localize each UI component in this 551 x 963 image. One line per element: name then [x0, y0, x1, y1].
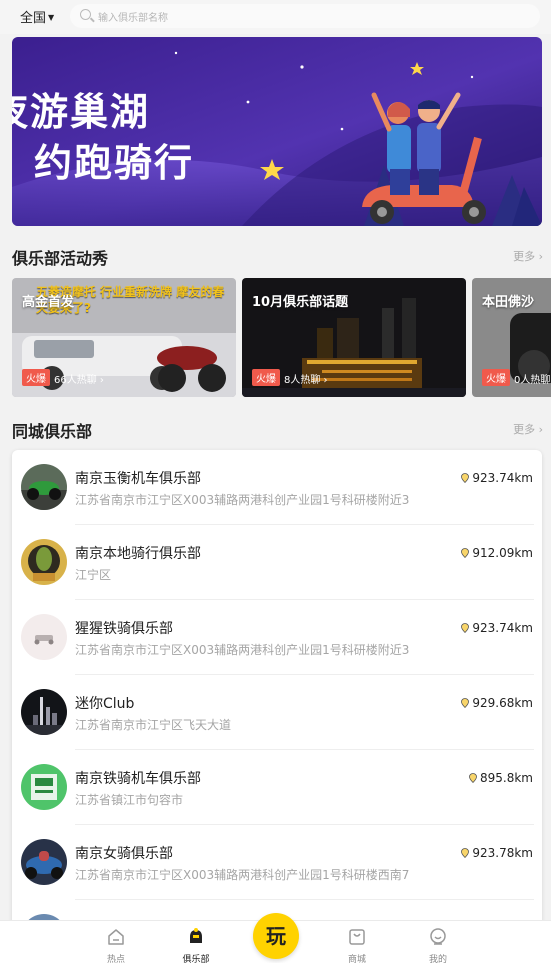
club-distance: 929.68km	[461, 696, 533, 710]
city-label: 全国	[20, 11, 47, 26]
club-more-label: 更多	[513, 423, 536, 436]
club-row[interactable]: 猩猩铁骑俱乐部 江苏省南京市江宁区X003辅路两港科创产业园1号科研楼附近3 9…	[12, 600, 542, 675]
club-distance: 912.09km	[461, 546, 533, 560]
club-name: 南京玉衡机车俱乐部	[75, 471, 201, 487]
tab-mall-label: 商城	[347, 955, 366, 963]
chevron-right-icon: ›	[538, 250, 543, 263]
club-distance-value: 912.09km	[472, 546, 533, 560]
activity-card[interactable]: 10月俱乐部话题 火爆 8人热聊	[242, 278, 466, 397]
club-distance-value: 923.74km	[472, 471, 533, 485]
caret-down-icon: ▼	[48, 13, 55, 22]
promo-banner[interactable]: 夜游巢湖 约跑骑行	[12, 37, 542, 226]
hot-badge: 火爆	[482, 369, 510, 386]
club-name: 南京铁骑机车俱乐部	[75, 771, 201, 787]
club-distance-value: 895.8km	[480, 771, 533, 785]
club-address: 江苏省南京市江宁区飞天大道	[75, 718, 232, 732]
club-row[interactable]: 南京铁骑机车俱乐部 江苏省镇江市句容市 895.8km	[12, 750, 542, 825]
helmet-icon	[190, 928, 202, 943]
profile-icon	[430, 928, 446, 945]
club-more-link[interactable]: 更多 ›	[513, 421, 543, 437]
search-input[interactable]: 输入俱乐部名称	[70, 4, 540, 28]
location-pin-icon	[469, 773, 477, 783]
activity-section-title: 俱乐部活动秀	[12, 245, 109, 269]
chevron-right-icon: ›	[538, 423, 543, 436]
club-distance: 923.74km	[461, 471, 533, 485]
search-placeholder: 输入俱乐部名称	[98, 13, 168, 24]
location-pin-icon	[461, 698, 470, 708]
search-icon	[80, 9, 91, 20]
club-name: 迷你Club	[75, 696, 135, 712]
location-pin-icon	[461, 848, 470, 858]
activity-title: 高金首发	[22, 295, 75, 310]
activity-card[interactable]: 五菱造摩托 行业重新洗牌 摩友的春天要来了? 高金首发 火爆 66人热聊	[12, 278, 236, 397]
tab-me-label: 我的	[428, 955, 447, 963]
tab-hot[interactable]: 热点	[86, 921, 146, 963]
city-selector[interactable]: 全国 ▼	[20, 7, 54, 26]
activity-card[interactable]: 本田佛沙 火爆 0人热聊	[472, 278, 551, 397]
club-name: 南京女骑俱乐部	[75, 846, 173, 862]
club-row[interactable]: 南京女骑俱乐部 江苏省南京市江宁区X003辅路两港科创产业园1号科研楼西南7 9…	[12, 825, 542, 900]
club-row[interactable]: 南京本地骑行俱乐部 江宁区 912.09km	[12, 525, 542, 600]
activity-more-link[interactable]: 更多 ›	[513, 248, 543, 264]
banner-headline-1: 夜游巢湖	[12, 90, 151, 134]
activity-title: 本田佛沙	[482, 295, 535, 310]
club-address: 江苏省南京市江宁区X003辅路两港科创产业园1号科研楼西南7	[75, 868, 410, 882]
location-pin-icon	[461, 473, 470, 483]
tab-me[interactable]: 我的	[408, 921, 468, 963]
club-distance: 895.8km	[469, 771, 533, 785]
club-address: 江宁区	[75, 568, 112, 582]
activity-talk-count: 0人热聊	[514, 371, 551, 386]
club-avatar	[21, 614, 67, 660]
bag-icon	[349, 929, 365, 945]
tab-mall[interactable]: 商城	[327, 921, 387, 963]
location-pin-icon	[461, 623, 470, 633]
tab-hot-label: 热点	[106, 955, 125, 963]
location-pin-icon	[461, 548, 470, 558]
club-address: 江苏省南京市江宁区X003辅路两港科创产业园1号科研楼附近3	[75, 643, 410, 657]
activity-more-label: 更多	[513, 250, 536, 263]
activity-title: 10月俱乐部话题	[252, 295, 349, 310]
club-distance: 923.74km	[461, 621, 533, 635]
tab-club[interactable]: 俱乐部	[166, 921, 226, 963]
club-name: 南京本地骑行俱乐部	[75, 546, 201, 562]
banner-headline-2: 约跑骑行	[34, 141, 195, 185]
club-address: 江苏省镇江市句容市	[75, 793, 184, 807]
club-distance-value: 929.68km	[472, 696, 533, 710]
bottom-tab-bar: 热点 俱乐部 玩 商城 我的	[0, 913, 551, 963]
club-distance-value: 923.74km	[472, 621, 533, 635]
top-bar: 全国 ▼ 输入俱乐部名称	[0, 0, 551, 34]
home-icon	[108, 929, 124, 945]
tab-club-label: 俱乐部	[182, 955, 210, 963]
club-row[interactable]: 南京玉衡机车俱乐部 江苏省南京市江宁区X003辅路两港科创产业园1号科研楼附近3…	[12, 450, 542, 525]
club-avatar	[21, 464, 67, 510]
club-name: 猩猩铁骑俱乐部	[75, 621, 173, 637]
play-button[interactable]: 玩	[253, 913, 299, 959]
club-address: 江苏省南京市江宁区X003辅路两港科创产业园1号科研楼附近3	[75, 493, 410, 507]
club-avatar	[21, 539, 67, 585]
club-avatar	[21, 764, 67, 810]
club-distance-value: 923.78km	[472, 846, 533, 860]
club-row[interactable]: 迷你Club 江苏省南京市江宁区飞天大道 929.68km	[12, 675, 542, 750]
club-avatar	[21, 689, 67, 735]
club-page: 全国 ▼ 输入俱乐部名称 游巢湖 约跑骑行 俱乐部活动秀 更多 › 五菱造摩托 …	[0, 0, 551, 963]
hot-badge: 火爆	[252, 369, 280, 386]
hot-badge: 火爆	[22, 369, 50, 386]
club-section-title: 同城俱乐部	[12, 418, 93, 442]
club-distance: 923.78km	[461, 846, 533, 860]
club-avatar	[21, 839, 67, 885]
activity-talk-count: 66人热聊	[54, 371, 104, 386]
activity-talk-count: 8人热聊	[284, 371, 328, 386]
club-list: 南京玉衡机车俱乐部 江苏省南京市江宁区X003辅路两港科创产业园1号科研楼附近3…	[12, 450, 542, 930]
